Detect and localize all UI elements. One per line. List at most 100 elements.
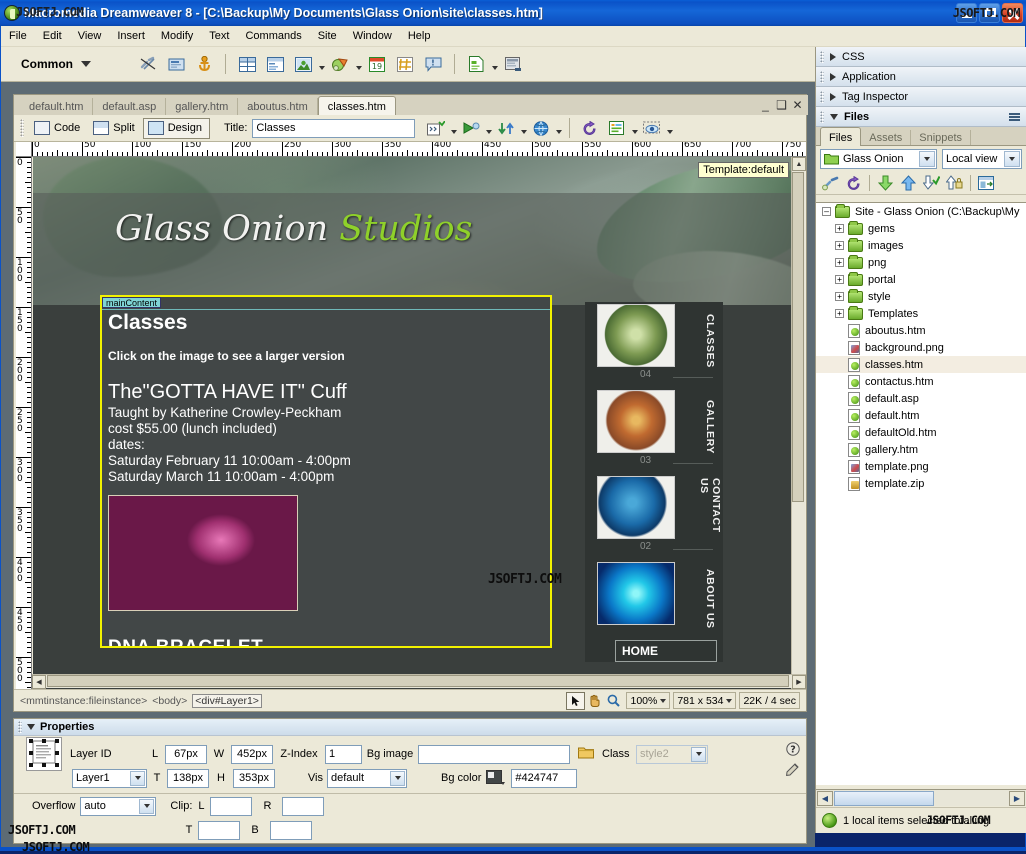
tree-row-default-htm[interactable]: default.htm — [816, 407, 1026, 424]
nav-item-contact-us[interactable]: CONTACT US 02 — [585, 474, 723, 560]
menu-window[interactable]: Window — [345, 28, 400, 44]
clip-right-input[interactable] — [282, 797, 324, 816]
check-browser-support-icon[interactable] — [604, 116, 630, 140]
green-glass-bead-thumb[interactable] — [597, 304, 675, 367]
panel-options-icon[interactable] — [1009, 113, 1020, 121]
tree-row-gems[interactable]: + gems — [816, 220, 1026, 237]
layer-width-input[interactable] — [231, 745, 273, 764]
doc-tab-default-htm[interactable]: default.htm — [20, 98, 93, 115]
design-horizontal-scrollbar[interactable]: ◀ ▶ — [32, 674, 806, 688]
triangle-right-icon[interactable] — [830, 73, 836, 81]
site-selector[interactable]: Glass Onion — [820, 149, 937, 169]
tag-div-layer1[interactable]: <div#Layer1> — [192, 694, 262, 708]
nav-label-about-us[interactable]: ABOUT US — [701, 564, 719, 634]
window-size-field[interactable]: 781 x 534 — [673, 692, 736, 709]
design-view-button[interactable]: Design — [143, 118, 210, 139]
panel-files[interactable]: Files — [816, 107, 1026, 127]
hand-tool-icon[interactable] — [585, 692, 604, 710]
nav-item-about-us[interactable]: ABOUT US — [585, 560, 723, 646]
file-tree[interactable]: – Site - Glass Onion (C:\Backup\My + gem… — [816, 202, 1026, 785]
menu-edit[interactable]: Edit — [35, 28, 70, 44]
code-view-button[interactable]: Code — [29, 118, 88, 139]
scroll-right-icon[interactable]: ▶ — [792, 675, 806, 689]
tree-row-templates[interactable]: + Templates — [816, 305, 1026, 322]
layer-top-input[interactable] — [167, 769, 209, 788]
horizontal-scroll-thumb[interactable] — [47, 675, 789, 687]
expand-expander-icon[interactable]: + — [835, 241, 844, 250]
horizontal-ruler[interactable]: 0501001502002503003504004505005506006507… — [32, 142, 806, 157]
properties-panel-header[interactable]: Properties — [14, 719, 806, 736]
doc-tab-gallery-htm[interactable]: gallery.htm — [166, 98, 238, 115]
template-badge[interactable]: Template:default — [698, 162, 789, 178]
triangle-right-icon[interactable] — [830, 53, 836, 61]
panel-grip[interactable] — [820, 91, 824, 103]
chevron-down-icon[interactable] — [667, 130, 673, 134]
split-view-button[interactable]: Split — [88, 118, 142, 139]
chevron-down-icon[interactable] — [691, 747, 706, 762]
insert-category-selector[interactable]: Common — [15, 54, 97, 74]
refresh-icon[interactable] — [843, 173, 864, 193]
design-vertical-scrollbar[interactable]: ▲ ▼ — [791, 157, 805, 700]
layer-height-input[interactable] — [233, 769, 275, 788]
ruler-corner[interactable] — [16, 142, 32, 157]
layer-bgimage-input[interactable] — [418, 745, 570, 764]
tree-row-contactus-htm[interactable]: contactus.htm — [816, 373, 1026, 390]
quick-tag-editor-icon[interactable] — [786, 762, 800, 779]
layer-id-select[interactable]: Layer1 — [72, 769, 147, 788]
close-icon[interactable]: ✕ — [791, 98, 804, 111]
panel-grip[interactable] — [820, 71, 824, 83]
triangle-down-icon[interactable] — [830, 114, 838, 120]
chevron-down-icon[interactable] — [130, 771, 145, 786]
scroll-up-icon[interactable]: ▲ — [792, 157, 806, 171]
tab-files[interactable]: Files — [820, 127, 861, 146]
expand-expander-icon[interactable]: + — [835, 258, 844, 267]
clip-bottom-input[interactable] — [270, 821, 312, 840]
view-options-icon[interactable] — [528, 116, 554, 140]
tree-row-images[interactable]: + images — [816, 237, 1026, 254]
layer-zindex-input[interactable] — [325, 745, 362, 764]
validate-markup-icon[interactable] — [577, 116, 603, 140]
chevron-down-icon[interactable] — [726, 699, 732, 703]
view-selector[interactable]: Local view — [942, 149, 1022, 169]
images-icon[interactable] — [290, 52, 316, 76]
nav-item-gallery[interactable]: GALLERY 03 — [585, 388, 723, 474]
tree-row-background-png[interactable]: background.png — [816, 339, 1026, 356]
nav-label-gallery[interactable]: GALLERY — [701, 392, 719, 462]
bracelet-photo[interactable] — [108, 495, 298, 611]
orange-glass-bead-thumb[interactable] — [597, 390, 675, 453]
panel-grip[interactable] — [820, 111, 824, 123]
tree-row-defaultold-htm[interactable]: defaultOld.htm — [816, 424, 1026, 441]
chevron-down-icon[interactable] — [521, 130, 527, 134]
table-objects-icon[interactable] — [262, 52, 288, 76]
email-link-icon[interactable] — [163, 52, 189, 76]
tag-chooser-icon[interactable] — [500, 52, 526, 76]
minimize-icon[interactable]: _ — [759, 98, 772, 111]
blue-glass-bead-thumb[interactable] — [597, 476, 675, 539]
visual-aids-icon[interactable] — [639, 116, 665, 140]
select-tool-icon[interactable] — [566, 692, 585, 710]
expand-expander-icon[interactable]: + — [835, 309, 844, 318]
tree-row-template-zip[interactable]: template.zip — [816, 475, 1026, 492]
menu-help[interactable]: Help — [400, 28, 439, 44]
menu-site[interactable]: Site — [310, 28, 345, 44]
expand-expander-icon[interactable]: + — [835, 275, 844, 284]
expand-expander-icon[interactable]: + — [835, 224, 844, 233]
panel-tag-inspector[interactable]: Tag Inspector — [816, 87, 1026, 107]
tab-assets[interactable]: Assets — [861, 130, 911, 145]
scroll-left-icon[interactable]: ◀ — [32, 675, 46, 689]
vertical-scroll-thumb[interactable] — [792, 172, 804, 502]
chevron-down-icon[interactable] — [632, 130, 638, 134]
put-files-icon[interactable] — [898, 173, 919, 193]
nav-label-contact-us[interactable]: CONTACT US — [701, 478, 719, 548]
panel-css[interactable]: CSS — [816, 47, 1026, 67]
tree-row-template-png[interactable]: template.png — [816, 458, 1026, 475]
help-icon[interactable]: ? — [786, 742, 800, 759]
tree-row-default-asp[interactable]: default.asp — [816, 390, 1026, 407]
chevron-down-icon[interactable] — [390, 771, 405, 786]
chevron-down-icon[interactable] — [319, 66, 325, 70]
refresh-design-icon[interactable] — [493, 116, 519, 140]
layer-class-select[interactable]: style2 — [636, 745, 708, 764]
tree-row-aboutus-htm[interactable]: aboutus.htm — [816, 322, 1026, 339]
menu-file[interactable]: File — [1, 28, 35, 44]
chevron-down-icon[interactable] — [356, 66, 362, 70]
